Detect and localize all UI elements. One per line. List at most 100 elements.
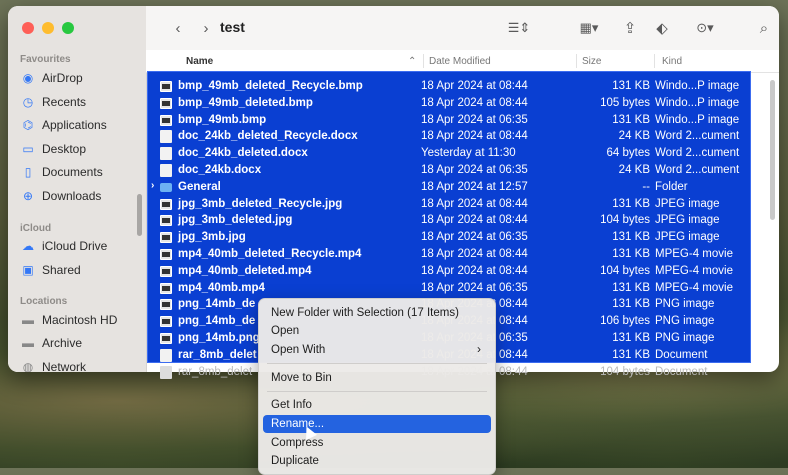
column-name[interactable]: Name bbox=[186, 56, 213, 67]
close-window-button[interactable] bbox=[22, 22, 34, 34]
share-button[interactable]: ⇪ bbox=[620, 18, 640, 38]
sidebar-item-desktop[interactable]: ▭ Desktop bbox=[20, 139, 138, 159]
menu-item-label: New Folder with Selection (17 Items) bbox=[271, 307, 459, 319]
table-row[interactable]: bmp_49mb.bmp 18 Apr 2024 at 06:35 131 KB Wi… bbox=[152, 112, 748, 129]
file-date: 18 Apr 2024 at 06:35 bbox=[421, 164, 528, 176]
image-file-icon bbox=[160, 215, 172, 227]
file-date: 18 Apr 2024 at 08:44 bbox=[421, 248, 528, 260]
view-list-button[interactable]: ☰⇕ bbox=[502, 18, 536, 38]
file-date: 18 Apr 2024 at 06:35 bbox=[421, 113, 528, 126]
document-file-icon bbox=[160, 366, 172, 379]
table-row[interactable]: › General 18 Apr 2024 at 12:57 -- Folder bbox=[151, 179, 748, 196]
sidebar-item-network[interactable]: ◍ Network bbox=[20, 357, 138, 372]
document-file-icon bbox=[160, 348, 172, 362]
menu-item-move-to-bin[interactable]: Move to Bin bbox=[263, 369, 491, 387]
maximize-window-button[interactable] bbox=[62, 22, 74, 34]
group-button[interactable]: ▦▾ bbox=[572, 18, 606, 38]
disclosure-chevron-icon[interactable]: › bbox=[151, 180, 154, 191]
file-size: 104 bytes bbox=[600, 264, 650, 277]
network-icon: ◍ bbox=[22, 360, 34, 372]
sidebar: Favourites ◉ AirDrop ◷ Recents ⌬ Applica… bbox=[8, 6, 147, 372]
file-kind: JPEG image bbox=[655, 231, 720, 244]
search-button[interactable]: ⌕ bbox=[754, 18, 774, 38]
table-row[interactable]: doc_24kb_deleted.docx Yesterday at 11:30 6… bbox=[152, 145, 748, 162]
menu-item-get-info[interactable]: Get Info bbox=[263, 396, 491, 414]
sidebar-item-label: Applications bbox=[42, 118, 107, 132]
menu-item-new-folder-with-selection[interactable]: New Folder with Selection (17 Items) bbox=[263, 304, 491, 322]
image-file-icon bbox=[160, 198, 172, 210]
file-name: doc_24kb_deleted.docx bbox=[178, 147, 308, 160]
back-button[interactable]: ‹ bbox=[168, 18, 188, 38]
sidebar-item-label: Downloads bbox=[42, 189, 102, 203]
menu-item-duplicate[interactable]: Duplicate bbox=[263, 452, 491, 470]
table-row[interactable]: jpg_3mb.jpg 18 Apr 2024 at 06:35 131 KB JPE… bbox=[152, 229, 748, 246]
menu-item-label: Compress bbox=[271, 437, 324, 449]
document-file-icon bbox=[160, 147, 172, 161]
menu-item-rename[interactable]: Rename... bbox=[263, 415, 491, 433]
table-row[interactable]: jpg_3mb_deleted_Recycle.jpg 18 Apr 2024 a… bbox=[152, 196, 748, 213]
table-row[interactable]: bmp_49mb_deleted.bmp 18 Apr 2024 at 08:44… bbox=[152, 95, 748, 112]
column-kind[interactable]: Kind bbox=[662, 56, 682, 67]
minimize-window-button[interactable] bbox=[42, 22, 54, 34]
table-row[interactable]: mp4_40mb.mp4 18 Apr 2024 at 06:35 131 KB MP… bbox=[152, 280, 748, 297]
sidebar-item-recents[interactable]: ◷ Recents bbox=[20, 92, 138, 112]
file-kind: Word 2...cument bbox=[655, 164, 740, 176]
sidebar-section-favourites: Favourites bbox=[20, 54, 71, 65]
image-file-icon bbox=[160, 316, 172, 328]
file-name: rar_8mb_delet bbox=[178, 366, 253, 378]
file-date: 18 Apr 2024 at 06:35 bbox=[421, 281, 528, 294]
column-divider[interactable] bbox=[423, 54, 424, 68]
column-divider[interactable] bbox=[654, 54, 655, 68]
column-size[interactable]: Size bbox=[582, 56, 601, 67]
menu-item-compress[interactable]: Compress bbox=[263, 434, 491, 452]
menu-item-open-with[interactable]: Open With › bbox=[263, 341, 491, 359]
table-row[interactable]: doc_24kb_deleted_Recycle.docx 18 Apr 2024… bbox=[152, 128, 748, 145]
sidebar-scrollbar[interactable] bbox=[137, 194, 142, 236]
sidebar-item-downloads[interactable]: ⊕ Downloads bbox=[20, 186, 138, 206]
sidebar-item-label: Shared bbox=[42, 263, 81, 277]
drive-icon: ▬ bbox=[22, 313, 34, 327]
sidebar-item-label: Macintosh HD bbox=[42, 313, 118, 327]
file-kind: PNG image bbox=[655, 315, 715, 328]
file-name: mp4_40mb.mp4 bbox=[178, 281, 265, 294]
file-size: 131 KB bbox=[612, 231, 650, 244]
toolbar: ‹ › test ☰⇕ ▦▾ ⇪ ⬖ ⊙▾ ⌕ bbox=[146, 6, 779, 51]
file-size: 104 bytes bbox=[600, 366, 650, 378]
shared-folder-icon: ▣ bbox=[22, 263, 34, 277]
file-kind: MPEG-4 movie bbox=[655, 248, 733, 260]
table-row[interactable]: mp4_40mb_deleted_Recycle.mp4 18 Apr 2024 … bbox=[152, 246, 748, 263]
sidebar-item-applications[interactable]: ⌬ Applications bbox=[20, 115, 138, 135]
search-icon: ⌕ bbox=[759, 19, 769, 37]
file-name: doc_24kb.docx bbox=[178, 164, 262, 176]
forward-button[interactable]: › bbox=[196, 18, 216, 38]
table-row[interactable]: jpg_3mb_deleted.jpg 18 Apr 2024 at 08:44 1… bbox=[152, 212, 748, 229]
table-row[interactable]: doc_24kb.docx 18 Apr 2024 at 06:35 24 KB Wo… bbox=[152, 162, 748, 179]
sidebar-item-documents[interactable]: ▯ Documents bbox=[20, 162, 138, 182]
sidebar-item-shared[interactable]: ▣ Shared bbox=[20, 260, 138, 280]
file-size: 24 KB bbox=[618, 164, 650, 176]
sidebar-item-archive[interactable]: ▬ Archive bbox=[20, 333, 138, 353]
grid-icon: ▦▾ bbox=[579, 20, 599, 35]
image-file-icon bbox=[160, 114, 172, 126]
file-name: mp4_40mb_deleted.mp4 bbox=[178, 264, 312, 277]
sidebar-item-icloud-drive[interactable]: ☁ iCloud Drive bbox=[20, 236, 138, 256]
file-kind: Windo...P image bbox=[655, 96, 740, 109]
column-date-modified[interactable]: Date Modified bbox=[429, 56, 491, 67]
file-size: 131 KB bbox=[612, 348, 650, 361]
table-row[interactable]: bmp_49mb_deleted_Recycle.bmp 18 Apr 2024 … bbox=[152, 78, 748, 95]
column-divider[interactable] bbox=[576, 54, 577, 68]
file-date: 18 Apr 2024 at 06:35 bbox=[421, 231, 528, 244]
menu-item-open[interactable]: Open bbox=[263, 322, 491, 340]
drive-icon: ▬ bbox=[22, 336, 34, 350]
file-date: 18 Apr 2024 at 08:44 bbox=[421, 130, 528, 143]
file-list-scrollbar[interactable] bbox=[770, 80, 775, 220]
ellipsis-circle-icon: ⊙▾ bbox=[696, 20, 714, 35]
file-name: jpg_3mb.jpg bbox=[178, 231, 246, 244]
more-actions-button[interactable]: ⊙▾ bbox=[688, 18, 722, 38]
menu-separator bbox=[267, 363, 487, 364]
table-row[interactable]: mp4_40mb_deleted.mp4 18 Apr 2024 at 08:44… bbox=[152, 263, 748, 280]
tags-button[interactable]: ⬖ bbox=[652, 18, 672, 38]
sidebar-item-airdrop[interactable]: ◉ AirDrop bbox=[20, 68, 138, 88]
sidebar-item-macintosh-hd[interactable]: ▬ Macintosh HD bbox=[20, 310, 138, 330]
file-size: 131 KB bbox=[612, 80, 650, 92]
